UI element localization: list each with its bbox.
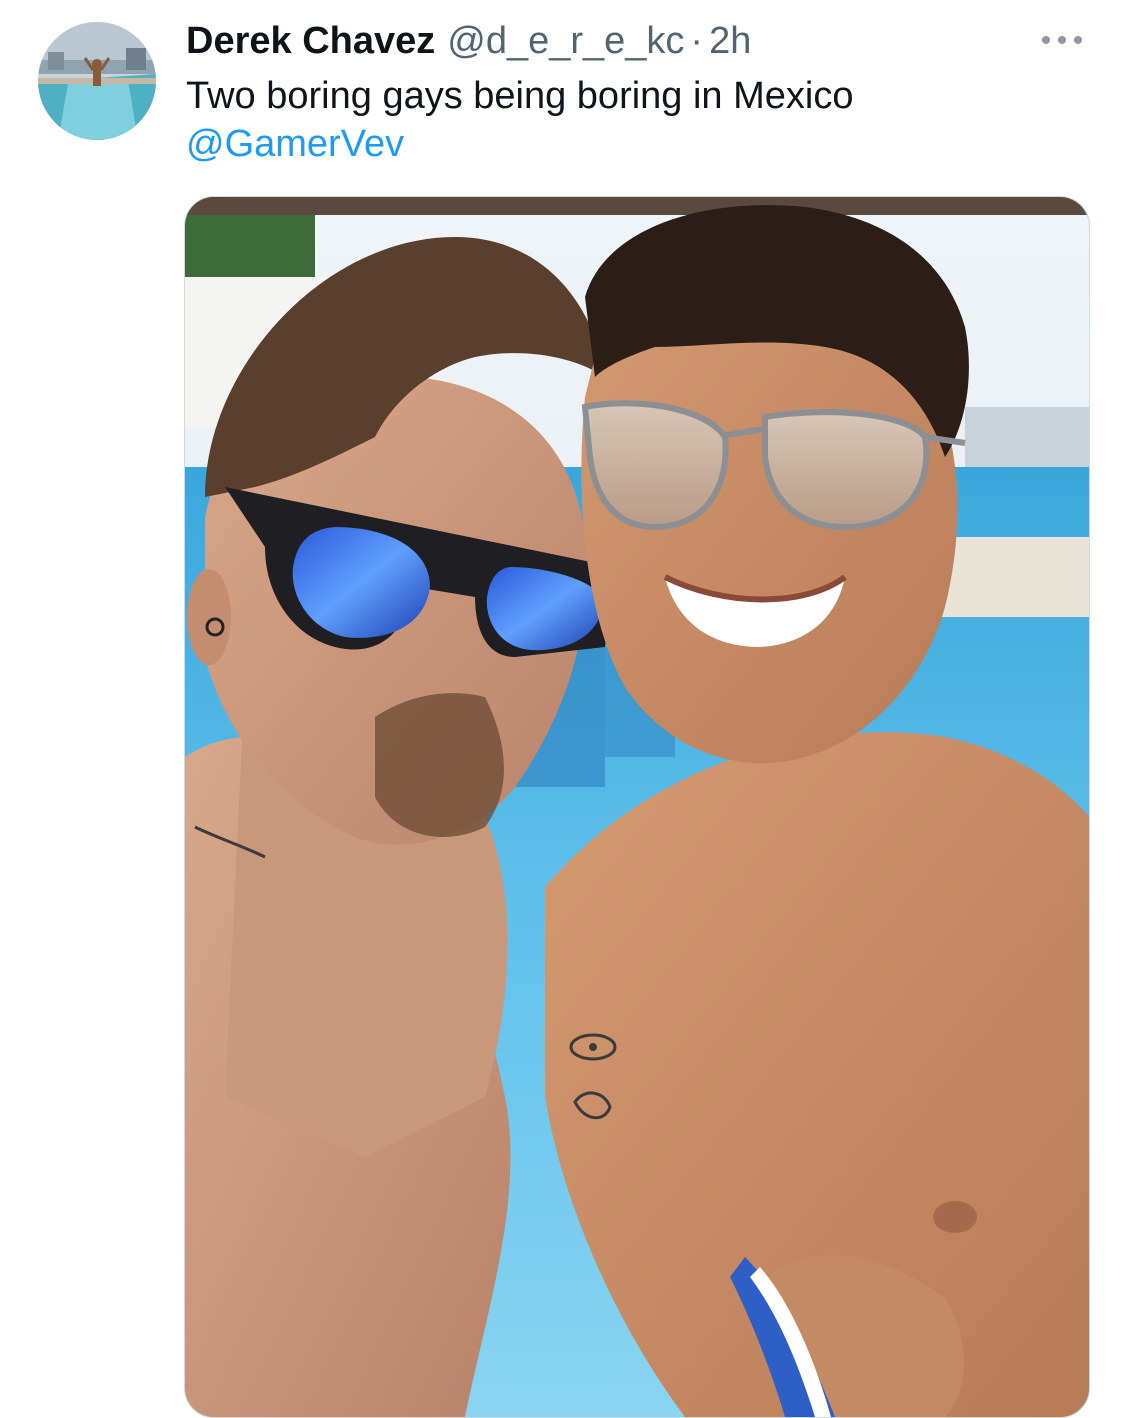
tweet-text-line: Two boring gays being boring in Mexico [186,75,854,117]
tweet-header: Derek Chavez @d_e_r_e_kc · 2h [186,18,751,64]
tweet-text: Two boring gays being boring in Mexico @… [186,72,1086,168]
tweet-timestamp[interactable]: 2h [709,18,751,64]
avatar-image [38,22,156,140]
more-options-button[interactable] [1034,26,1090,54]
tweet: Derek Chavez @d_e_r_e_kc · 2h Two boring… [0,0,1125,1418]
photo-image [185,197,1089,1417]
more-horizontal-icon [1042,36,1082,44]
header-separator: · [690,20,704,62]
author-avatar[interactable] [38,22,156,140]
author-display-name[interactable]: Derek Chavez [186,18,435,64]
mention-link[interactable]: @GamerVev [186,120,1086,168]
author-handle[interactable]: @d_e_r_e_kc [447,18,684,64]
tweet-photo[interactable] [184,196,1090,1418]
